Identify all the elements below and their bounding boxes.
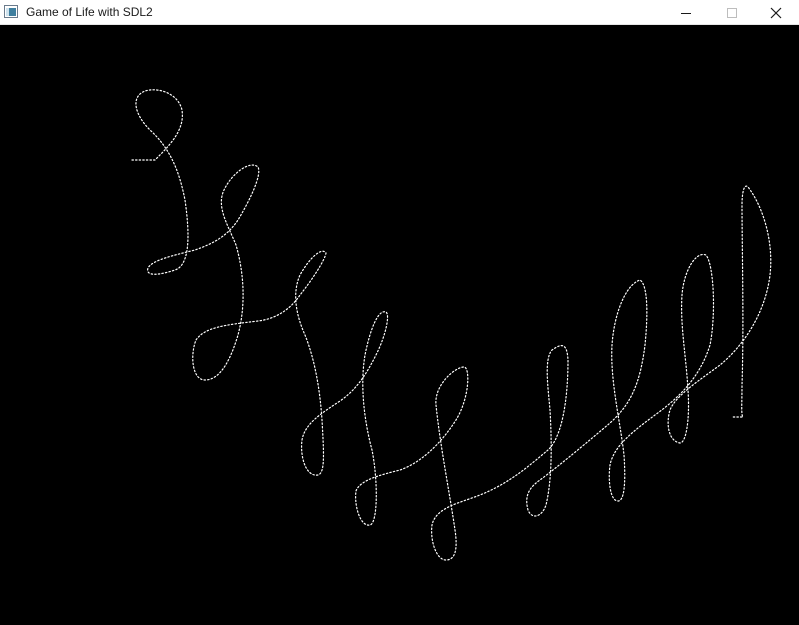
title-bar[interactable]: Game of Life with SDL2	[0, 0, 799, 25]
maximize-button[interactable]	[709, 0, 755, 25]
life-cells-drawing	[131, 89, 772, 561]
app-window: Game of Life with SDL2	[0, 0, 799, 625]
close-icon	[770, 7, 782, 19]
minimize-button[interactable]	[663, 0, 709, 25]
window-title: Game of Life with SDL2	[26, 5, 153, 19]
close-button[interactable]	[753, 0, 799, 25]
sdl-window-icon	[4, 5, 18, 19]
minimize-icon	[680, 7, 692, 19]
maximize-icon	[726, 7, 738, 19]
game-canvas[interactable]	[0, 25, 799, 625]
